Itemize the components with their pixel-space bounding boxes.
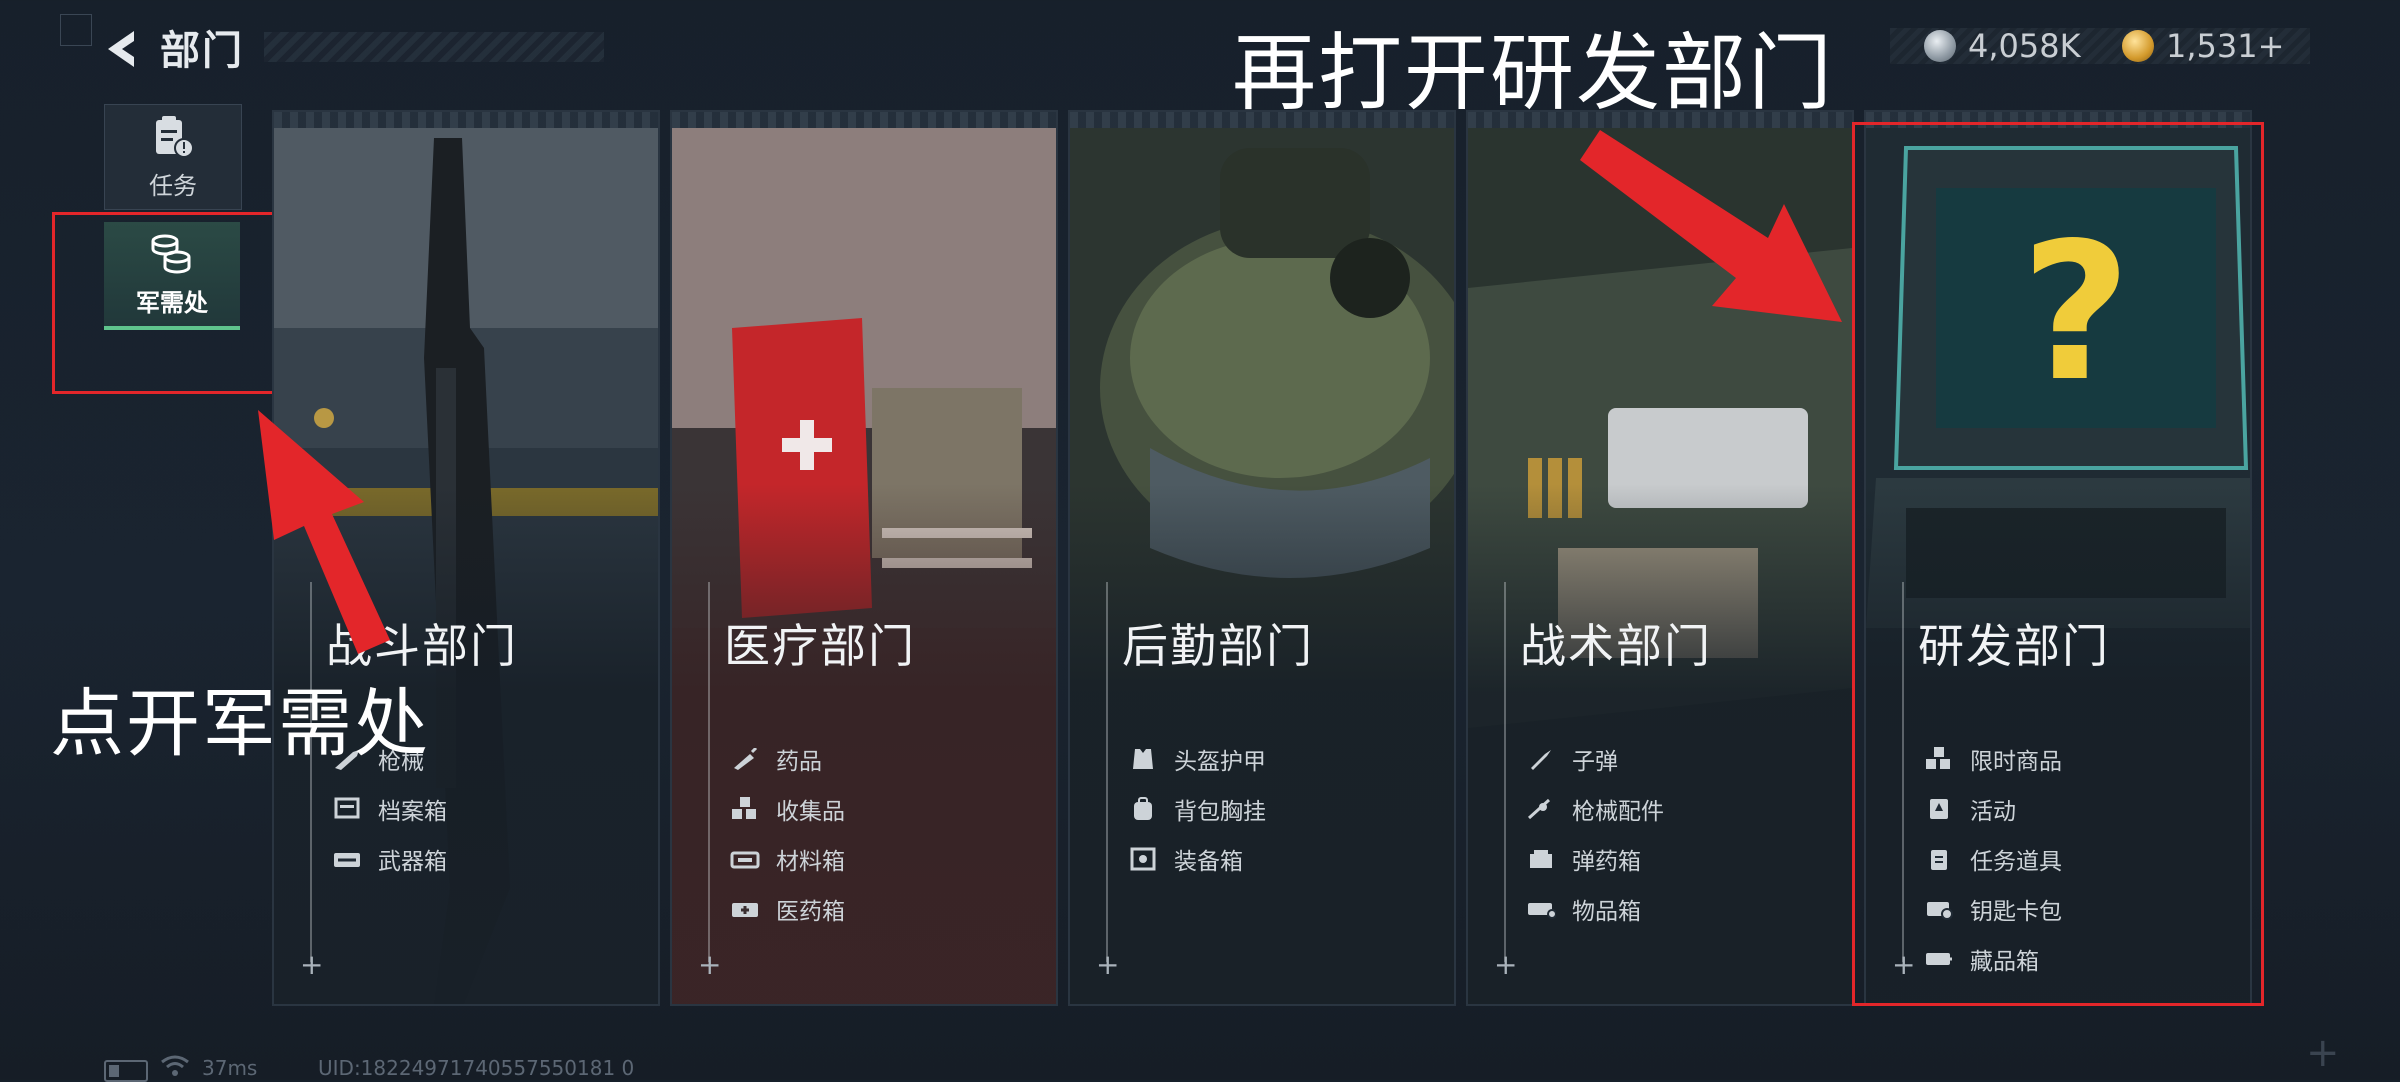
category-label: 装备箱 bbox=[1174, 849, 1243, 875]
armor-icon bbox=[1128, 747, 1158, 771]
sidebar-item-label: 任务 bbox=[149, 171, 197, 200]
plus-icon: + bbox=[1494, 948, 1518, 981]
category-label: 武器箱 bbox=[378, 849, 447, 875]
gold-coin-icon bbox=[2122, 30, 2154, 62]
department-name: 后勤部门 bbox=[1122, 619, 1314, 673]
category-label: 收集品 bbox=[776, 799, 845, 825]
currency-gold[interactable]: 1,531+ bbox=[2122, 26, 2284, 66]
category-list: 子弹 枪械配件 弹药箱 物品箱 bbox=[1526, 734, 1664, 934]
file-box-icon bbox=[332, 797, 362, 821]
corner-plus-icon: + bbox=[2306, 1030, 2340, 1076]
silver-coin-icon bbox=[1924, 30, 1956, 62]
backpack-icon bbox=[1128, 797, 1158, 821]
category-item-bullets[interactable]: 子弹 bbox=[1526, 734, 1664, 784]
back-arrow-icon bbox=[108, 31, 134, 67]
back-button[interactable] bbox=[100, 24, 140, 74]
page-header: 部门 bbox=[160, 22, 604, 74]
category-item-medicine[interactable]: 药品 bbox=[730, 734, 845, 784]
currency-gold-value: 1,531+ bbox=[2166, 27, 2285, 65]
category-item-attachments[interactable]: 枪械配件 bbox=[1526, 784, 1664, 834]
category-item-file-box[interactable]: 档案箱 bbox=[332, 784, 447, 834]
annotation-arrow-quartermaster bbox=[258, 410, 390, 654]
sidebar-item-task[interactable]: 任务 bbox=[104, 104, 242, 210]
department-card-logistics[interactable]: + 后勤部门 头盔护甲 背包胸挂 装备箱 bbox=[1068, 110, 1456, 1006]
category-item-medical-case[interactable]: 医药箱 bbox=[730, 884, 845, 934]
category-item-collectibles[interactable]: 收集品 bbox=[730, 784, 845, 834]
battery-icon bbox=[104, 1060, 148, 1082]
highlight-box-quartermaster bbox=[52, 212, 282, 394]
gear-case-icon bbox=[1128, 847, 1158, 871]
collectible-icon bbox=[730, 797, 760, 821]
category-label: 档案箱 bbox=[378, 799, 447, 825]
title-decoration bbox=[264, 32, 604, 62]
category-item-item-case[interactable]: 物品箱 bbox=[1526, 884, 1664, 934]
medical-case-icon bbox=[730, 897, 760, 921]
plus-icon: + bbox=[300, 948, 324, 981]
category-list: 药品 收集品 材料箱 医药箱 bbox=[730, 734, 845, 934]
ammo-case-icon bbox=[1526, 847, 1556, 871]
plus-icon: + bbox=[1096, 948, 1120, 981]
currency-silver[interactable]: 4,058K bbox=[1924, 26, 2081, 66]
category-label: 背包胸挂 bbox=[1174, 799, 1266, 825]
material-case-icon bbox=[730, 847, 760, 871]
category-item-material-case[interactable]: 材料箱 bbox=[730, 834, 845, 884]
currency-silver-value: 4,058K bbox=[1968, 27, 2081, 65]
wifi-icon bbox=[161, 1055, 189, 1076]
annotation-open-research: 再打开研发部门 bbox=[1232, 24, 1835, 122]
category-item-gear-case[interactable]: 装备箱 bbox=[1128, 834, 1266, 884]
category-label: 物品箱 bbox=[1572, 899, 1641, 925]
highlight-box-research bbox=[1852, 122, 2264, 1006]
page-title: 部门 bbox=[160, 28, 244, 74]
task-clipboard-icon bbox=[156, 115, 194, 158]
category-list: 头盔护甲 背包胸挂 装备箱 bbox=[1128, 734, 1266, 884]
category-item-backpack-rig[interactable]: 背包胸挂 bbox=[1128, 784, 1266, 834]
category-label: 枪械配件 bbox=[1572, 799, 1664, 825]
card-header-strip bbox=[274, 112, 658, 128]
category-item-helmet-armor[interactable]: 头盔护甲 bbox=[1128, 734, 1266, 784]
category-label: 材料箱 bbox=[776, 849, 845, 875]
syringe-icon bbox=[730, 747, 760, 771]
category-label: 头盔护甲 bbox=[1174, 749, 1266, 775]
card-header-strip bbox=[672, 112, 1056, 128]
bullet-icon bbox=[1526, 747, 1556, 771]
annotation-arrow-research bbox=[1580, 130, 1842, 322]
department-name: 医疗部门 bbox=[724, 619, 916, 673]
corner-marker bbox=[60, 14, 92, 46]
category-label: 子弹 bbox=[1572, 749, 1618, 775]
category-item-weapon-case[interactable]: 武器箱 bbox=[332, 834, 447, 884]
category-label: 弹药箱 bbox=[1572, 849, 1641, 875]
card-divider bbox=[708, 582, 710, 962]
annotation-open-quartermaster: 点开军需处 bbox=[50, 681, 430, 767]
item-case-icon bbox=[1526, 897, 1556, 921]
department-card-medical[interactable]: + 医疗部门 药品 收集品 材料箱 医药箱 bbox=[670, 110, 1058, 1006]
category-label: 药品 bbox=[776, 749, 822, 775]
category-label: 医药箱 bbox=[776, 899, 845, 925]
category-item-ammo-case[interactable]: 弹药箱 bbox=[1526, 834, 1664, 884]
weapon-case-icon bbox=[332, 847, 362, 871]
uid-text: UID:18224971740557550181 0 bbox=[318, 1056, 635, 1080]
ping-readout: 37ms bbox=[202, 1056, 258, 1080]
department-name: 战术部门 bbox=[1520, 619, 1712, 673]
card-divider bbox=[1106, 582, 1108, 962]
attachment-icon bbox=[1526, 797, 1556, 821]
plus-icon: + bbox=[698, 948, 722, 981]
card-divider bbox=[1504, 582, 1506, 962]
